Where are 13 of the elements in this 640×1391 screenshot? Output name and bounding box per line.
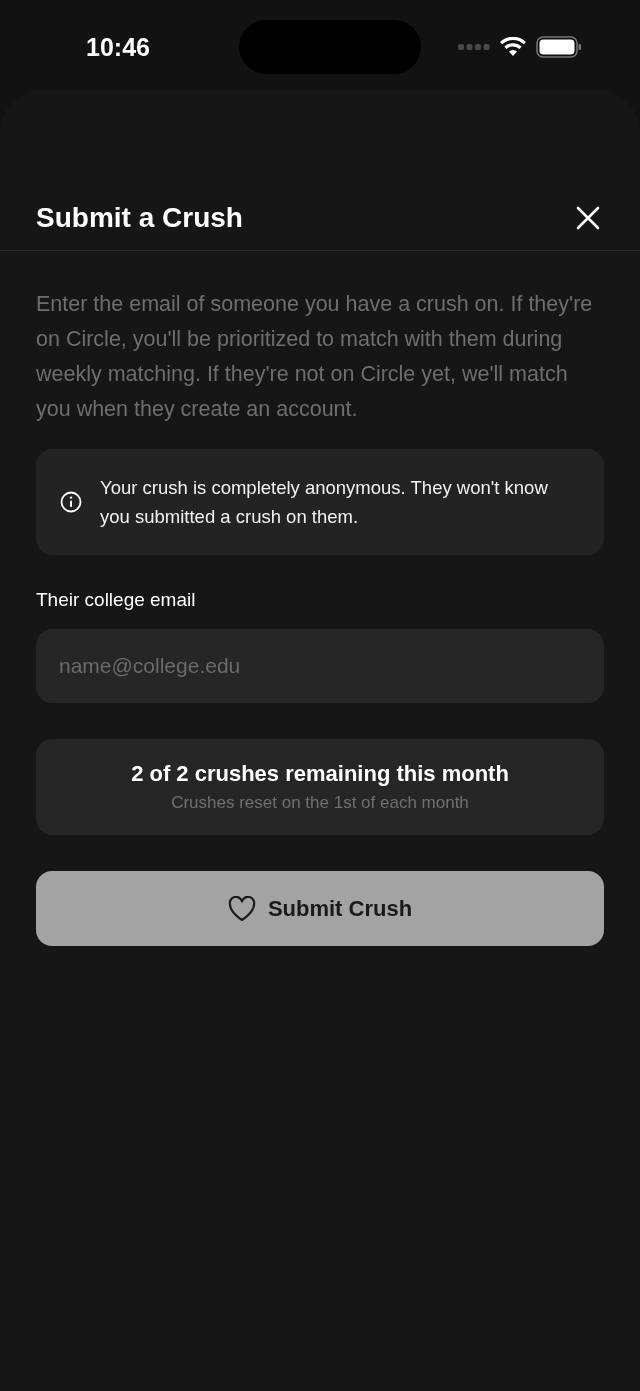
- email-input[interactable]: name@college.edu: [36, 629, 604, 703]
- quota-subtitle: Crushes reset on the 1st of each month: [171, 793, 469, 813]
- status-time: 10:46: [86, 32, 151, 62]
- notice-text: Your crush is completely anonymous. They won't know you submitted a crush on them.: [100, 476, 549, 529]
- info-icon: [60, 491, 82, 513]
- heart-icon: [227, 895, 256, 922]
- wifi-icon: [500, 37, 526, 57]
- signal-icon: [458, 44, 490, 50]
- battery-icon: [536, 36, 582, 58]
- description-text: Enter the email of someone you have a crush on. If they're on Circle, you'll be prioritized to match with them during weekly matching. If they're not on Circle yet, we'll match you when they create an account.: [36, 291, 594, 423]
- quota-title: 2 of 2 crushes remaining this month: [131, 761, 509, 787]
- email-label: Their college email: [36, 589, 197, 611]
- sheet-title: Submit a Crush: [36, 202, 243, 234]
